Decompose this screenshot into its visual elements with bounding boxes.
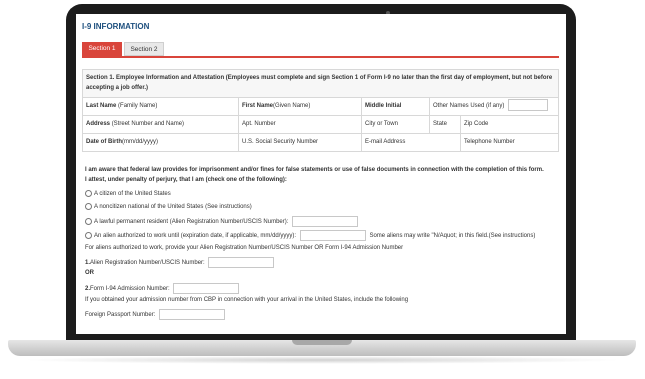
ssn-field[interactable]: U.S. Social Security Number (238, 134, 361, 151)
tab-section-1[interactable]: Section 1 (82, 42, 122, 56)
dob-field[interactable]: Date of Birth(mm/dd/yyyy) (83, 134, 238, 151)
city-field[interactable]: City or Town (361, 116, 429, 133)
alien-radio[interactable] (85, 232, 92, 239)
zip-field[interactable]: Zip Code (460, 116, 560, 133)
middle-initial-field[interactable]: Middle Initial (361, 98, 429, 115)
noncitizen-radio[interactable] (85, 203, 92, 210)
dob-hint: (mm/dd/yyyy) (122, 139, 158, 145)
apt-number-field[interactable]: Apt. Number (238, 116, 361, 133)
i94-input[interactable] (173, 283, 240, 294)
tab-section-2[interactable]: Section 2 (124, 42, 164, 56)
cbp-note: If you obtained your admission number fr… (85, 297, 409, 303)
passport-input[interactable] (159, 309, 226, 320)
address-field[interactable]: Address (Street Number and Name) (83, 116, 238, 133)
noncitizen-label: A noncitizen national of the United Stat… (94, 204, 252, 211)
page-title: I-9 INFORMATION (82, 22, 150, 31)
alien-expiration-input[interactable] (299, 230, 366, 241)
attestation-instruction: I attest, under penalty of perjury, that… (85, 177, 287, 183)
other-names-field[interactable]: Other Names Used (if any) (429, 98, 560, 115)
section-header: Section 1. Employee Information and Atte… (83, 70, 558, 98)
aliens-provide-text: For aliens authorized to work, provide y… (85, 245, 404, 251)
alien-number-label: Alien Registration Number/USCIS Number: (90, 260, 205, 267)
section-1-form: Section 1. Employee Information and Atte… (82, 69, 559, 152)
lpr-number-input[interactable] (292, 216, 359, 227)
or-label: OR (85, 270, 94, 276)
first-name-label: First Name (242, 103, 274, 109)
state-field[interactable]: State (429, 116, 460, 133)
passport-row: Foreign Passport Number: (85, 309, 226, 320)
last-name-field[interactable]: Last Name (Family Name) (83, 98, 238, 115)
laptop-shadow (20, 356, 624, 364)
attestation-warning: I am aware that federal law provides for… (85, 167, 544, 173)
option-lpr[interactable]: A lawful permanent resident (Alien Regis… (85, 216, 359, 227)
alien-note: Some aliens may write "N/Aquot; in this … (369, 233, 536, 240)
lpr-label: A lawful permanent resident (Alien Regis… (94, 219, 289, 226)
address-label: Address (86, 121, 111, 127)
option-alien[interactable]: An alien authorized to work until (expir… (85, 230, 535, 241)
laptop-notch (292, 340, 352, 345)
first-name-field[interactable]: First Name(Given Name) (238, 98, 361, 115)
first-name-hint: (Given Name) (273, 103, 311, 109)
last-name-hint: (Family Name) (118, 103, 158, 109)
last-name-label: Last Name (86, 103, 117, 109)
tab-underline (82, 56, 559, 58)
phone-field[interactable]: Telephone Number (460, 134, 560, 151)
other-names-label: Other Names Used (if any) (433, 103, 505, 109)
option-citizen[interactable]: A citizen of the United States (85, 190, 171, 197)
form-row-dob: Date of Birth(mm/dd/yyyy) U.S. Social Se… (83, 134, 558, 151)
other-names-input[interactable] (508, 99, 549, 112)
email-field[interactable]: E-mail Address (361, 134, 460, 151)
dob-label: Date of Birth (86, 139, 122, 145)
i94-label: Form I-94 Admission Number: (90, 286, 170, 293)
option-noncitizen[interactable]: A noncitizen national of the United Stat… (85, 203, 252, 210)
citizen-label: A citizen of the United States (94, 191, 171, 198)
laptop-screen: I-9 INFORMATION Section 1 Section 2 Sect… (76, 14, 566, 334)
address-hint: (Street Number and Name) (111, 121, 185, 127)
i94-row: 2.Form I-94 Admission Number: (85, 283, 240, 294)
alien-number-row: 1.Alien Registration Number/USCIS Number… (85, 257, 275, 268)
alien-label: An alien authorized to work until (expir… (94, 233, 297, 240)
form-row-address: Address (Street Number and Name) Apt. Nu… (83, 116, 558, 134)
passport-label: Foreign Passport Number: (85, 312, 156, 319)
citizen-radio[interactable] (85, 190, 92, 197)
lpr-radio[interactable] (85, 218, 92, 225)
form-row-name: Last Name (Family Name) First Name(Given… (83, 98, 558, 116)
alien-number-input[interactable] (208, 257, 275, 268)
